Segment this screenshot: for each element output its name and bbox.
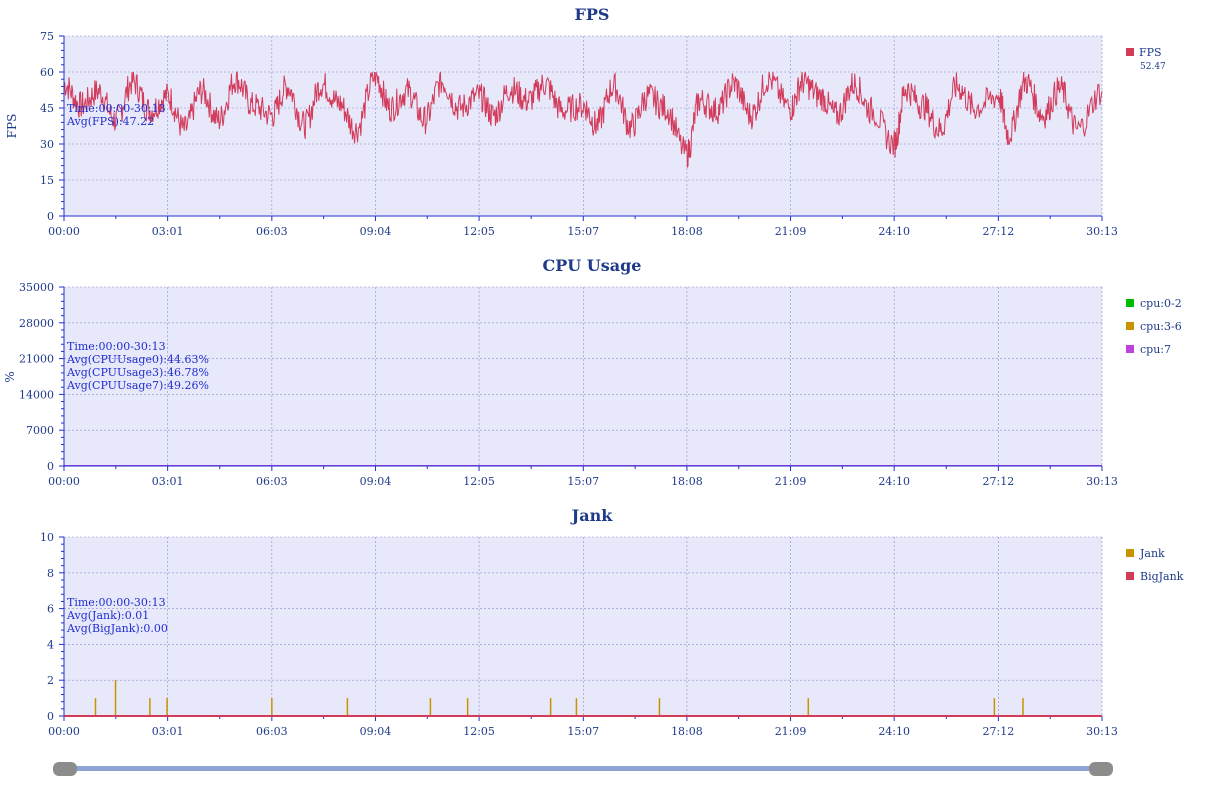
jank-y-tick-label: 0 — [47, 710, 54, 723]
cpu-annotation-avg3: Avg(CPUUsage3):46.78% — [66, 366, 209, 379]
cpu-x-tick-label: 09:04 — [360, 475, 392, 488]
jank-x-ticks: 00:00 03:01 06:03 09:04 12:05 15:07 18:08 21:09… — [48, 716, 1118, 738]
jank-x-tick-label: 21:09 — [775, 725, 807, 738]
jank-x-tick-label: 06:03 — [256, 725, 288, 738]
cpu-y-tick-label: 21000 — [19, 353, 54, 366]
jank-y-tick-label: 8 — [47, 567, 54, 580]
cpu-x-tick-label: 24:10 — [878, 475, 910, 488]
jank-x-tick-label: 09:04 — [360, 725, 392, 738]
jank-x-tick-label: 15:07 — [567, 725, 599, 738]
cpu-legend[interactable]: cpu:0-2 cpu:3-6 cpu:7 — [1126, 297, 1182, 356]
fps-x-tick-label: 03:01 — [152, 225, 184, 238]
cpu-x-tick-label: 12:05 — [463, 475, 495, 488]
jank-x-tick-label: 27:12 — [983, 725, 1015, 738]
cpu-x-tick-label: 06:03 — [256, 475, 288, 488]
cpu36-legend-swatch — [1126, 322, 1134, 330]
cpu-annotation-time: Time:00:00-30:13 — [67, 340, 166, 353]
bigjank-legend-swatch — [1126, 572, 1134, 580]
fps-y-tick-label: 0 — [47, 210, 54, 223]
jank-x-tick-label: 30:13 — [1086, 725, 1118, 738]
cpu-x-tick-label: 18:08 — [671, 475, 703, 488]
fps-chart: FPS 0 15 30 45 60 75 00:00 03:01 06:03 09:04 12:0… — [5, 5, 1166, 238]
jank-y-tick-label: 4 — [47, 638, 54, 651]
fps-x-tick-label: 12:05 — [463, 225, 495, 238]
fps-y-tick-label: 75 — [40, 30, 54, 43]
jank-x-tick-label: 24:10 — [878, 725, 910, 738]
cpu-y-tick-label: 7000 — [26, 424, 54, 437]
jank-annotation-avg-bigjank: Avg(BigJank):0.00 — [66, 622, 168, 635]
fps-y-tick-label: 15 — [40, 174, 54, 187]
performance-charts: FPS 01530456075 00:0003:0106:0309:0412:0… — [0, 0, 1221, 783]
jank-x-tick-label: 12:05 — [463, 725, 495, 738]
fps-x-tick-label: 30:13 — [1086, 225, 1118, 238]
fps-x-tick-label: 27:12 — [983, 225, 1015, 238]
slider-right-handle[interactable] — [1089, 762, 1113, 776]
cpu-y-tick-label: 14000 — [19, 388, 54, 401]
fps-y-tick-label: 30 — [40, 138, 54, 151]
fps-y-axis-label: FPS — [5, 114, 19, 139]
jank-y-tick-label: 10 — [40, 531, 54, 544]
cpu-x-tick-label: 03:01 — [152, 475, 184, 488]
fps-legend-label: FPS — [1139, 46, 1162, 59]
cpu-x-ticks: 00:00 03:01 06:03 09:04 12:05 15:07 18:08 21:09… — [48, 466, 1118, 488]
jank-x-tick-label: 18:08 — [671, 725, 703, 738]
jank-x-tick-label: 03:01 — [152, 725, 184, 738]
fps-x-tick-label: 18:08 — [671, 225, 703, 238]
cpu-x-tick-label: 15:07 — [567, 475, 599, 488]
cpu-y-tick-label: 0 — [47, 460, 54, 473]
cpu-x-tick-label: 21:09 — [775, 475, 807, 488]
jank-x-tick-label: 00:00 — [48, 725, 80, 738]
cpu-y-ticks: 0 7000 14000 21000 28000 35000 — [19, 281, 64, 473]
fps-legend-value: 52.47 — [1140, 62, 1166, 72]
jank-legend[interactable]: Jank BigJank — [1126, 547, 1184, 583]
cpu7-legend-swatch — [1126, 345, 1134, 353]
jank-chart: Jank 0 2 4 6 8 10 00:00 03:01 06:03 09:04 12:05 15… — [40, 506, 1184, 738]
cpu02-legend-label: cpu:0-2 — [1140, 297, 1182, 310]
bigjank-legend-label: BigJank — [1140, 570, 1184, 583]
fps-legend[interactable]: FPS 52.47 — [1126, 46, 1166, 72]
cpu-chart-title: CPU Usage — [543, 256, 642, 275]
cpu-x-tick-label: 00:00 — [48, 475, 80, 488]
cpu02-legend-swatch — [1126, 299, 1134, 307]
slider-track[interactable] — [64, 766, 1102, 771]
fps-y-tick-label: 45 — [40, 102, 54, 115]
slider-left-handle[interactable] — [53, 762, 77, 776]
fps-annotation-time: Time:00:00-30:13 — [67, 102, 166, 115]
fps-y-ticks: 0 15 30 45 60 75 — [40, 30, 64, 223]
fps-chart-title: FPS — [575, 5, 610, 24]
jank-annotation-time: Time:00:00-30:13 — [67, 596, 166, 609]
jank-legend-swatch — [1126, 549, 1134, 557]
time-range-slider[interactable] — [53, 762, 1113, 776]
jank-legend-label: Jank — [1139, 547, 1165, 560]
cpu-chart: CPU Usage 0 7000 14000 21000 28000 35000 00:0… — [3, 256, 1182, 488]
jank-chart-title: Jank — [570, 506, 614, 525]
jank-y-tick-label: 2 — [47, 674, 54, 687]
cpu-y-tick-label: 28000 — [19, 317, 54, 330]
fps-x-tick-label: 00:00 — [48, 225, 80, 238]
fps-x-tick-label: 09:04 — [360, 225, 392, 238]
fps-x-tick-label: 21:09 — [775, 225, 807, 238]
cpu-y-axis-label: % — [3, 371, 17, 382]
jank-annotation-avg-jank: Avg(Jank):0.01 — [66, 609, 149, 622]
jank-y-tick-label: 6 — [47, 603, 54, 616]
cpu7-legend-label: cpu:7 — [1140, 343, 1171, 356]
jank-y-ticks: 0 2 4 6 8 10 — [40, 531, 64, 723]
fps-annotation-avg: Avg(FPS):47.22 — [66, 115, 154, 128]
fps-x-ticks: 00:00 03:01 06:03 09:04 12:05 15:07 18:08 21:09… — [48, 216, 1118, 238]
fps-x-tick-label: 06:03 — [256, 225, 288, 238]
fps-y-tick-label: 60 — [40, 66, 54, 79]
fps-x-tick-label: 15:07 — [567, 225, 599, 238]
cpu-annotation-avg0: Avg(CPUUsage0):44.63% — [66, 353, 209, 366]
cpu-x-tick-label: 27:12 — [983, 475, 1015, 488]
cpu-x-tick-label: 30:13 — [1086, 475, 1118, 488]
fps-legend-swatch — [1126, 48, 1134, 56]
fps-x-tick-label: 24:10 — [878, 225, 910, 238]
cpu-y-tick-label: 35000 — [19, 281, 54, 294]
cpu-annotation-avg7: Avg(CPUUsage7):49.26% — [66, 379, 209, 392]
cpu36-legend-label: cpu:3-6 — [1140, 320, 1182, 333]
